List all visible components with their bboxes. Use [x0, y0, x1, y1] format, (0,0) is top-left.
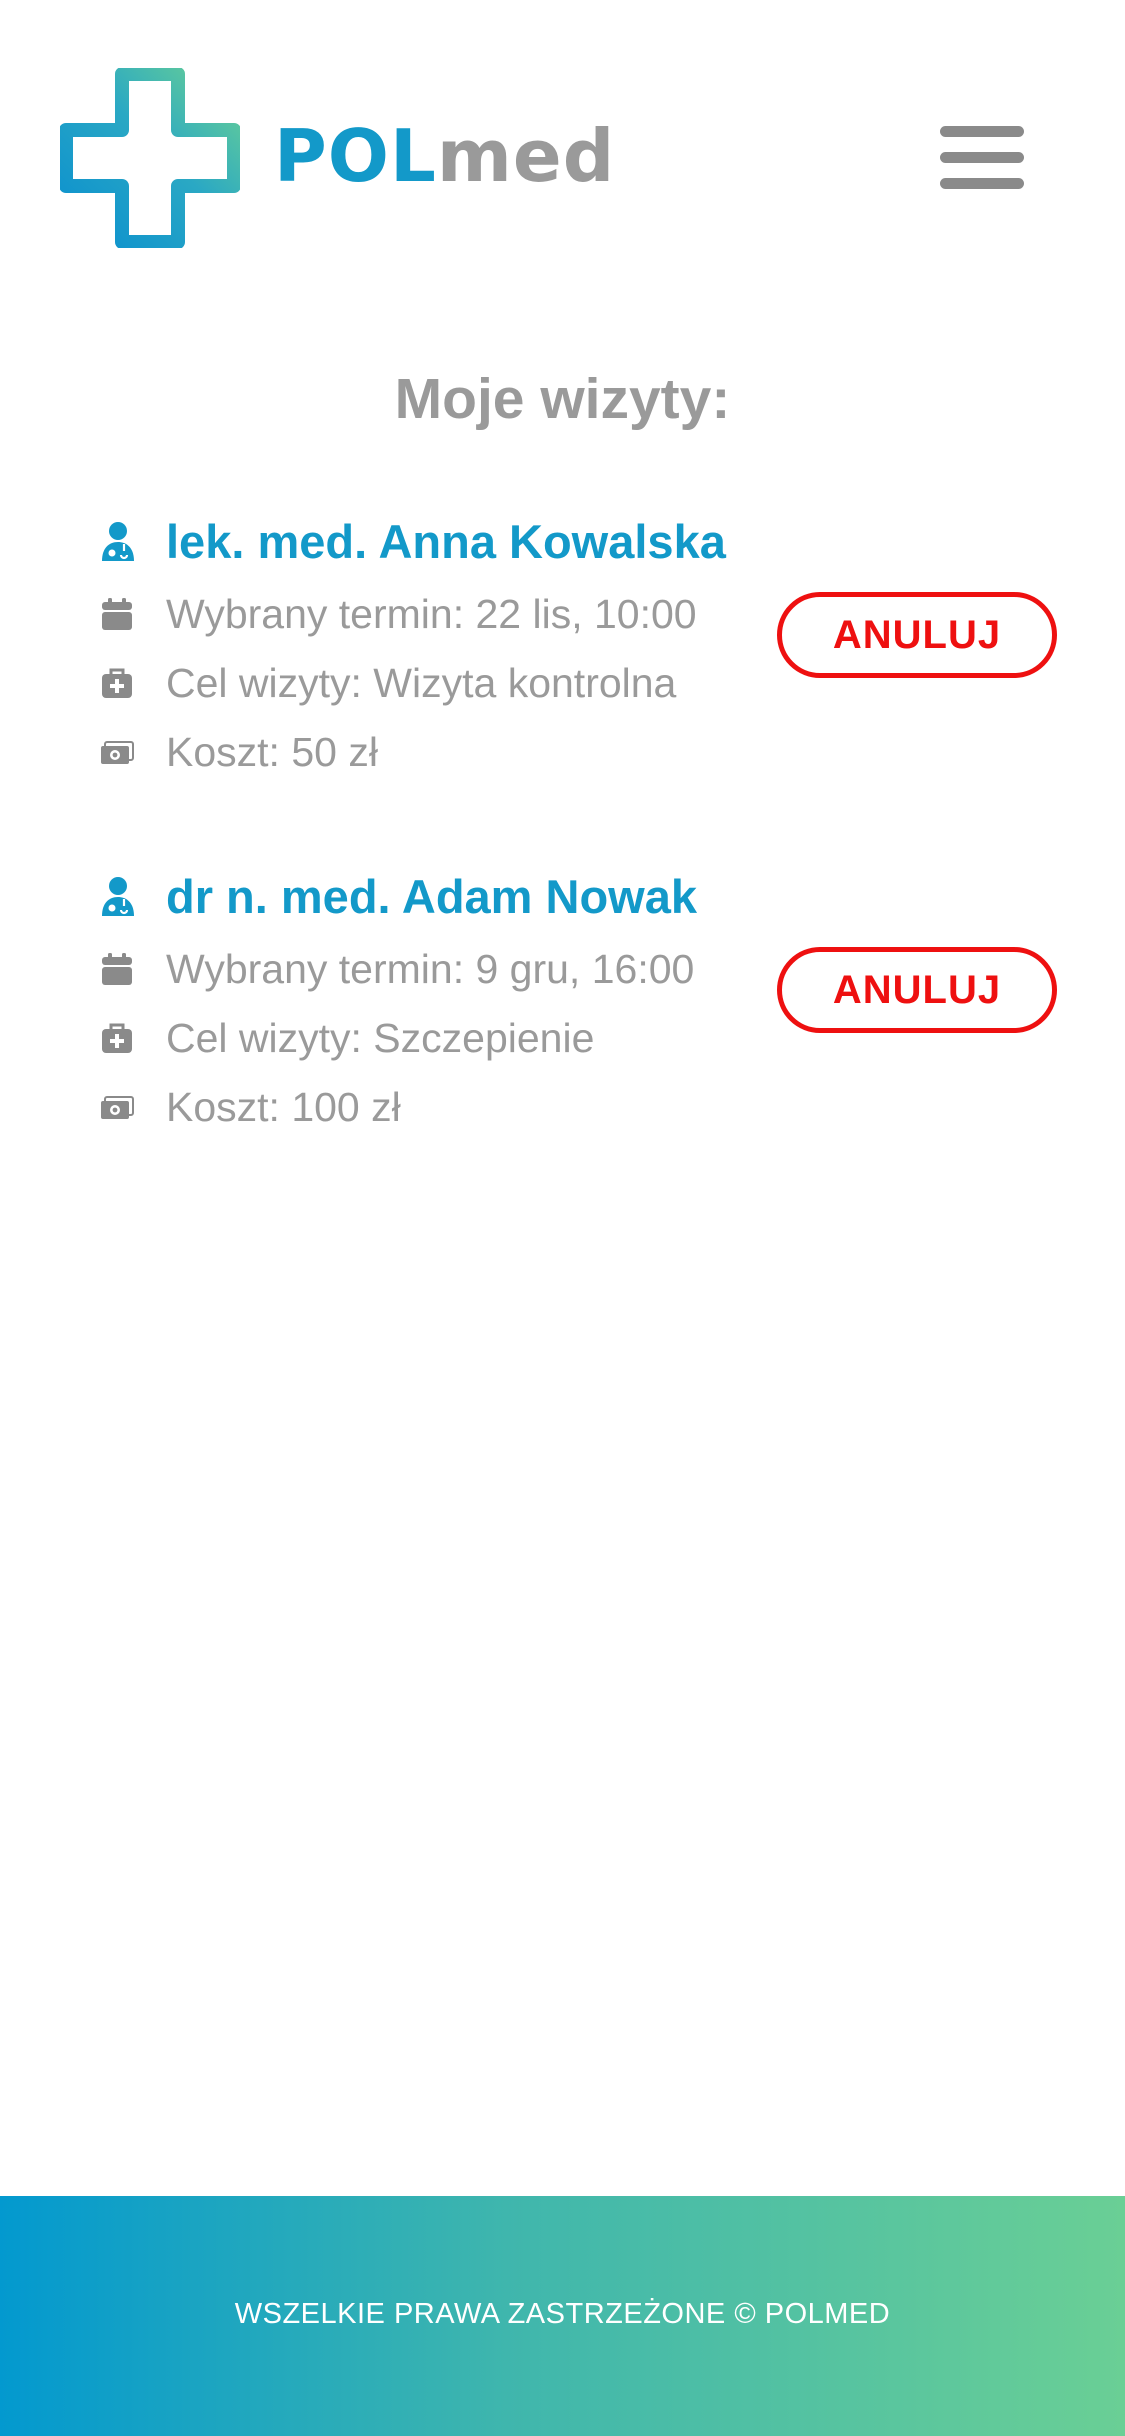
menu-bar	[940, 152, 1024, 163]
user-doctor-icon	[102, 877, 134, 916]
user-doctor-icon	[102, 522, 134, 561]
visit-date-row: Wybrany termin: 9 gru, 16:00	[100, 939, 694, 999]
polmed-logo[interactable]: POLmed	[60, 68, 615, 248]
visit-cost-row: Koszt: 50 zł	[100, 722, 378, 782]
page-title: Moje wizyty:	[394, 367, 731, 431]
menu-bar	[940, 178, 1024, 189]
cancel-visit-button[interactable]: ANULUJ	[777, 947, 1057, 1033]
visit-doctor-row: lek. med. Anna Kowalska	[100, 506, 726, 576]
medical-cross-logo-icon	[60, 68, 240, 248]
footer-copyright: WSZELKIE PRAWA ZASTRZEŻONE © POLMED	[234, 2297, 891, 2330]
logo-text-med: med	[436, 114, 616, 198]
visit-cost: Koszt: 50 zł	[166, 728, 378, 775]
menu-bar	[940, 126, 1024, 137]
cancel-visit-button[interactable]: ANULUJ	[777, 592, 1057, 678]
money-bill-icon	[101, 1096, 134, 1119]
visit-purpose: Cel wizyty: Szczepienie	[166, 1014, 595, 1061]
visit-purpose-row: Cel wizyty: Wizyta kontrolna	[100, 653, 676, 713]
money-bill-icon	[101, 741, 134, 764]
medical-briefcase-icon	[102, 1023, 132, 1053]
app-header: POLmed	[0, 0, 1125, 300]
hamburger-menu-button[interactable]	[940, 118, 1024, 196]
visit-cost-row: Koszt: 100 zł	[100, 1077, 401, 1137]
visit-doctor-row: dr n. med. Adam Nowak	[100, 861, 697, 931]
visit-date: Wybrany termin: 9 gru, 16:00	[166, 945, 695, 992]
visit-cost: Koszt: 100 zł	[166, 1083, 401, 1130]
visit-purpose-row: Cel wizyty: Szczepienie	[100, 1008, 594, 1068]
visit-date: Wybrany termin: 22 lis, 10:00	[166, 590, 697, 637]
visit-purpose: Cel wizyty: Wizyta kontrolna	[166, 659, 677, 706]
logo-text: POLmed	[274, 120, 615, 192]
calendar-icon	[102, 953, 132, 985]
medical-briefcase-icon	[102, 668, 132, 698]
doctor-name: dr n. med. Adam Nowak	[166, 869, 698, 923]
visit-date-row: Wybrany termin: 22 lis, 10:00	[100, 584, 697, 644]
calendar-icon	[102, 598, 132, 630]
visit-card: lek. med. Anna Kowalska Wybrany termin: …	[100, 506, 1080, 776]
logo-text-pol: POL	[274, 114, 437, 198]
doctor-name: lek. med. Anna Kowalska	[166, 514, 726, 568]
page-footer: WSZELKIE PRAWA ZASTRZEŻONE © POLMED	[0, 2196, 1125, 2436]
visit-card: dr n. med. Adam Nowak Wybrany termin: 9 …	[100, 861, 1080, 1131]
